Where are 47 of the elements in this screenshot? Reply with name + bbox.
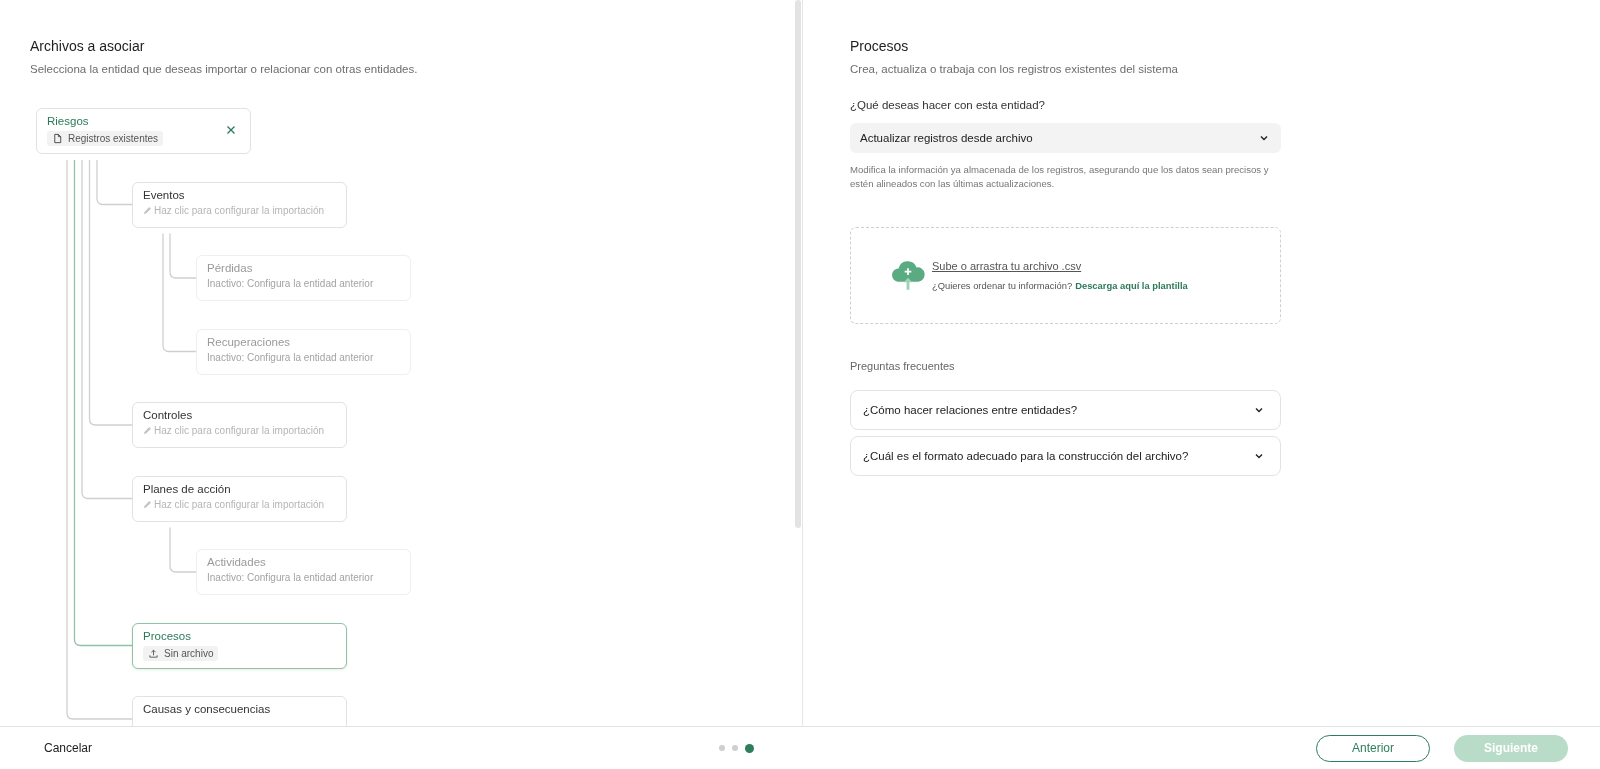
template-link[interactable]: Descarga aquí la plantilla	[1075, 279, 1188, 291]
entity-card[interactable]: Causas y consecuencias	[132, 696, 347, 726]
panel-subtitle: Crea, actualiza o trabaja con los registros existentes del sistema	[850, 63, 1179, 75]
faq-item[interactable]: ¿Cómo hacer relaciones entre entidades?	[850, 389, 1281, 430]
faq-item[interactable]: ¿Cuál es el formato adecuado para la construcción del archivo?	[850, 435, 1281, 476]
faq-title: Preguntas frecuentes	[850, 359, 956, 372]
entity-title: Controles	[143, 409, 194, 421]
entity-hint: Inactivo: Configura la entidad anterior	[207, 572, 374, 583]
entity-title: Eventos	[143, 188, 186, 201]
scrollbar-thumb[interactable]	[795, 0, 801, 528]
entity-title: Riesgos	[47, 115, 90, 127]
panel-title: Procesos	[850, 38, 910, 54]
entity-title: Recuperaciones	[207, 335, 292, 348]
entity-title: Procesos	[143, 629, 192, 642]
entity-title: Pérdidas	[207, 262, 254, 274]
entity-card[interactable]: Controles Haz clic para configurar la importación	[132, 402, 347, 448]
entity-hint: Haz clic para configurar la importación	[154, 498, 325, 510]
file-icon	[52, 133, 63, 144]
pencil-icon	[143, 426, 152, 435]
connector-line	[169, 526, 197, 573]
pencil-icon	[143, 205, 152, 215]
back-button[interactable]: Anterior	[1316, 734, 1430, 762]
entity-hint: Haz clic para configurar la importación	[154, 204, 325, 216]
cancel-button[interactable]: Cancelar	[44, 737, 93, 759]
entity-title: Actividades	[207, 556, 267, 568]
select-description: Modifica la información ya almacenada de los registros, asegurando que los datos sean precisos y estén alineados con las últimas actualizaciones.	[850, 163, 1270, 191]
entity-title: Planes de acción	[143, 482, 232, 495]
entity-hint: Haz clic para configurar la importación	[154, 425, 325, 436]
chevron-down-icon	[1259, 133, 1269, 143]
action-select[interactable]: Actualizar registros desde archivo	[850, 123, 1281, 153]
panel-subtitle: Selecciona la entidad que deseas importar o relacionar con otras entidades.	[30, 63, 419, 75]
status-chip: Sin archivo	[143, 645, 219, 661]
status-chip: Registros existentes	[47, 131, 164, 146]
entity-card[interactable]: Procesos Sin archivo	[132, 622, 347, 669]
upload-icon	[148, 647, 159, 659]
entity-card[interactable]: Eventos Haz clic para configurar la importación	[132, 181, 347, 228]
entity-hint: Inactivo: Configura la entidad anterior	[207, 351, 374, 363]
entity-hint: Inactivo: Configura la entidad anterior	[207, 278, 374, 289]
entity-card[interactable]: Riesgos Registros existentes	[36, 108, 251, 154]
pencil-icon	[143, 499, 152, 509]
upload-dropzone[interactable]: Sube o arrastra tu archivo .csv ¿Quieres ordenar tu información? Descarga aquí la plantilla	[850, 226, 1281, 324]
entity-card[interactable]: Planes de acción Haz clic para configurar la importación	[132, 475, 347, 522]
panel-title: Archivos a asociar	[30, 38, 146, 54]
upload-hint: ¿Quieres ordenar tu información?	[932, 279, 1073, 291]
entity-title: Causas y consecuencias	[143, 703, 272, 715]
field-label: ¿Qué deseas hacer con esta entidad?	[850, 99, 1046, 111]
upload-link[interactable]: Sube o arrastra tu archivo .csv	[932, 259, 1188, 272]
